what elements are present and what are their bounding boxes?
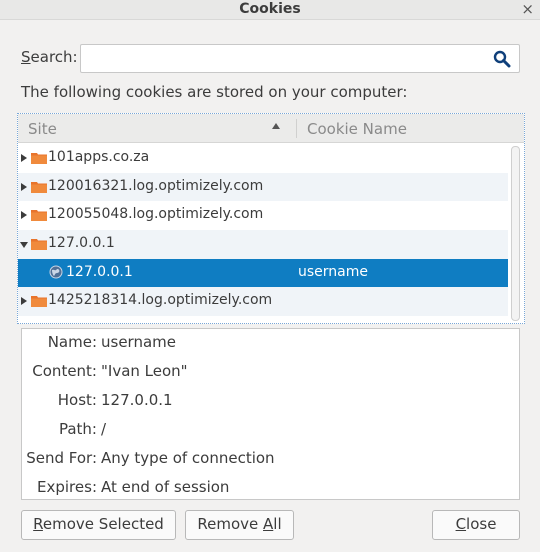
detail-value: username — [101, 333, 176, 351]
title-bar: Cookies × — [0, 0, 540, 20]
detail-row-expires: Expires: At end of session — [22, 474, 521, 502]
expand-arrow-icon[interactable] — [21, 211, 27, 220]
detail-row-path: Path: / — [22, 416, 521, 444]
close-window-icon[interactable]: × — [521, 0, 534, 18]
detail-label: Content: — [32, 362, 97, 380]
search-label: Search: — [21, 48, 78, 66]
detail-label: Send For: — [26, 449, 97, 467]
remove-all-button[interactable]: Remove All — [185, 510, 294, 540]
detail-label: Expires: — [37, 478, 97, 496]
expand-arrow-icon[interactable] — [21, 182, 27, 191]
tree-row-site[interactable]: 101apps.co.za — [18, 144, 508, 173]
folder-icon — [31, 153, 47, 164]
folder-icon — [31, 210, 47, 222]
close-button[interactable]: Close — [432, 510, 520, 540]
remove-selected-mnemonic: R — [33, 515, 43, 533]
folder-icon — [31, 296, 47, 308]
detail-label: Host: — [57, 391, 97, 409]
remove-all-label: ll — [273, 515, 282, 533]
search-icon[interactable] — [493, 50, 511, 68]
intro-text: The following cookies are stored on your… — [21, 83, 408, 101]
close-label: lose — [466, 515, 497, 533]
window-title: Cookies — [239, 1, 301, 17]
folder-open-icon — [31, 239, 47, 251]
folder-icon — [31, 181, 47, 193]
column-header-site[interactable]: Site — [28, 120, 57, 138]
tree-row-site[interactable]: 1425218314.log.optimizely.com — [18, 287, 508, 317]
site-label: 1425218314.log.optimizely.com — [48, 292, 273, 309]
tree-row-site[interactable]: 120055048.log.optimizely.com — [18, 201, 508, 230]
remove-all-mnemonic: A — [263, 515, 274, 533]
site-label: 120055048.log.optimizely.com — [48, 206, 264, 223]
detail-row-send-for: Send For: Any type of connection — [22, 445, 521, 473]
tree-row-cookie-selected[interactable]: 127.0.0.1 username — [18, 258, 508, 288]
site-label: 127.0.0.1 — [48, 235, 115, 252]
sort-ascending-icon — [272, 123, 280, 129]
detail-value: Any type of connection — [101, 449, 275, 467]
cookie-name-label: username — [298, 263, 368, 280]
remove-selected-button[interactable]: Remove Selected — [21, 510, 176, 540]
tree-row-site[interactable]: 120016321.log.optimizely.com — [18, 172, 508, 202]
globe-icon — [49, 265, 63, 279]
detail-value: / — [101, 420, 107, 438]
site-label: 120016321.log.optimizely.com — [48, 177, 264, 194]
detail-label: Path: — [58, 420, 97, 438]
scrollbar-thumb[interactable] — [511, 146, 520, 321]
search-label-text: earch: — [30, 48, 78, 66]
remove-selected-label: emove Selected — [42, 515, 164, 533]
expand-arrow-icon[interactable] — [21, 297, 27, 306]
detail-label: Name: — [47, 333, 97, 351]
cookie-details-panel: Name: username Content: "Ivan Leon" Host… — [21, 328, 520, 500]
tree-row-site-expanded[interactable]: 127.0.0.1 — [18, 230, 508, 259]
cookie-site-label: 127.0.0.1 — [66, 263, 133, 280]
detail-value: At end of session — [101, 478, 230, 496]
remove-all-label-pre: Remove — [197, 515, 264, 533]
column-header-cookie-name[interactable]: Cookie Name — [307, 120, 407, 138]
detail-row-host: Host: 127.0.0.1 — [22, 387, 521, 415]
expand-arrow-icon[interactable] — [21, 154, 27, 162]
detail-row-name: Name: username — [22, 329, 521, 357]
close-mnemonic: C — [455, 515, 467, 533]
detail-value: 127.0.0.1 — [101, 391, 173, 409]
detail-row-content: Content: "Ivan Leon" — [22, 358, 521, 386]
column-separator[interactable] — [296, 119, 297, 138]
tree-header: Site Cookie Name — [18, 114, 524, 143]
search-label-mnemonic: S — [21, 48, 31, 66]
tree-rows: 101apps.co.za 120016321.log.optimizely.c… — [18, 144, 508, 317]
collapse-arrow-icon[interactable] — [20, 242, 28, 249]
search-input[interactable] — [80, 44, 520, 73]
cookie-tree[interactable]: Site Cookie Name 101apps.co.za 120016321… — [17, 113, 525, 324]
site-label: 101apps.co.za — [48, 149, 150, 165]
detail-value: "Ivan Leon" — [101, 362, 188, 380]
